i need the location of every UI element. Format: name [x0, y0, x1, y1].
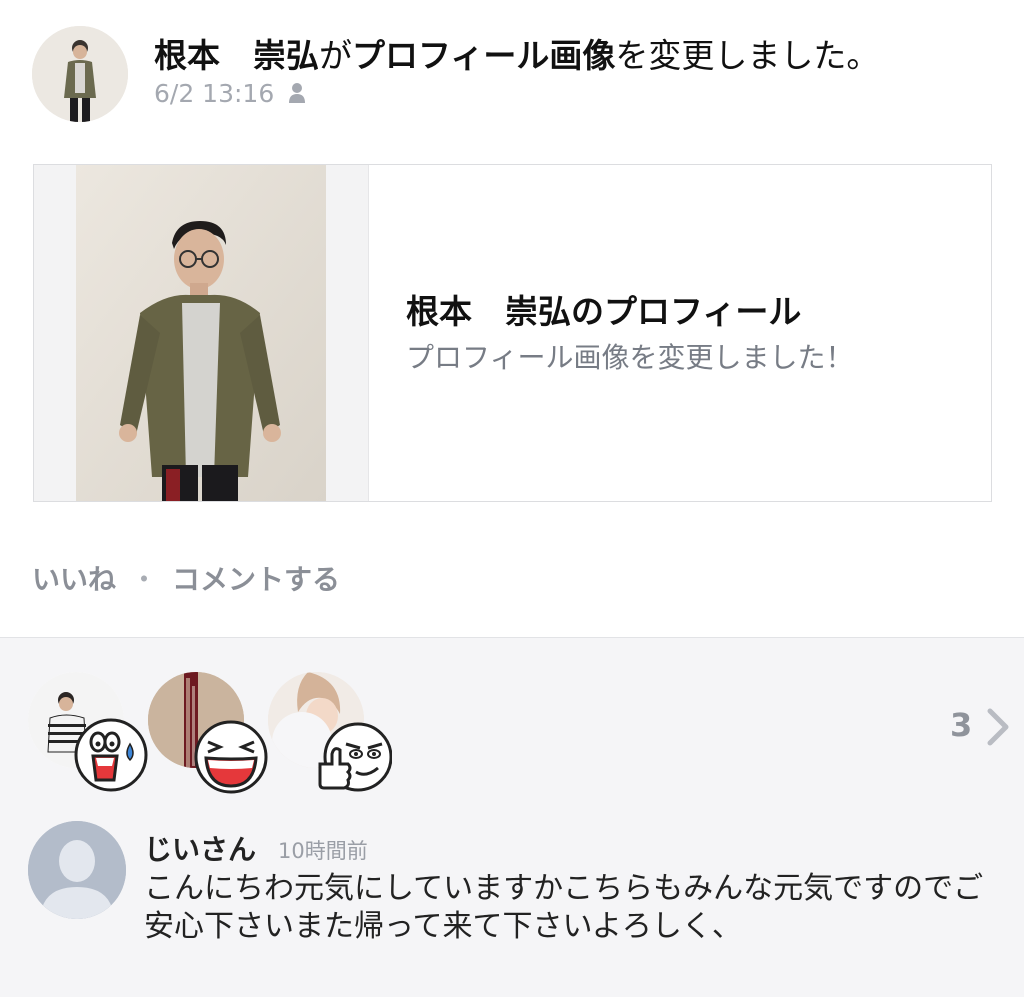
shocked-sweat-sticker [74, 718, 148, 792]
card-photo-area [34, 165, 369, 501]
like-count[interactable]: 3 [950, 705, 972, 745]
comment-text: こんにちわ元気にしていますかこちらもみんな元気ですのでご安心下さいまた帰って来て… [144, 871, 984, 944]
like-button[interactable]: いいね [32, 563, 116, 596]
social-section: 3 じいさん 10時間前 こんにちわ元気にしていますかこちらもみんな元気ですので… [0, 637, 1024, 997]
card-subtitle: プロフィール画像を変更しました！ [406, 341, 854, 374]
profile-photo-image [76, 165, 326, 501]
comment-button[interactable]: コメントする [172, 563, 340, 596]
person-icon [288, 80, 306, 112]
commenter-avatar[interactable] [28, 821, 126, 919]
profile-photo[interactable] [76, 165, 326, 501]
timestamp-text: 6/2 13:16 [154, 79, 275, 108]
card-title: 根本 崇弘のプロフィール [406, 292, 802, 331]
default-user-icon [28, 821, 126, 919]
headline-suffix: を変更しました。 [615, 36, 880, 75]
post-timestamp: 6/2 13:16 [154, 78, 306, 112]
commenter-name[interactable]: じいさん [144, 832, 256, 868]
post-actions: いいね・コメントする [32, 560, 340, 600]
author-name-link[interactable]: 根本 崇弘 [154, 36, 319, 75]
post-headline: 根本 崇弘がプロフィール画像を変更しました。 [154, 34, 879, 78]
chevron-right-icon[interactable] [986, 708, 1012, 750]
comment-time: 10時間前 [278, 839, 368, 863]
thumbs-up-smirk-sticker [318, 720, 393, 794]
action-separator: ・ [130, 563, 159, 596]
author-avatar[interactable] [32, 26, 128, 122]
post-header: 根本 崇弘がプロフィール画像を変更しました。 6/2 13:16 [0, 0, 1024, 140]
author-avatar-image [32, 26, 128, 122]
laughing-sticker [194, 720, 268, 794]
profile-card[interactable]: 根本 崇弘のプロフィール プロフィール画像を変更しました！ [33, 164, 992, 502]
headline-connector: が [319, 36, 352, 75]
headline-object: プロフィール画像 [352, 36, 616, 75]
